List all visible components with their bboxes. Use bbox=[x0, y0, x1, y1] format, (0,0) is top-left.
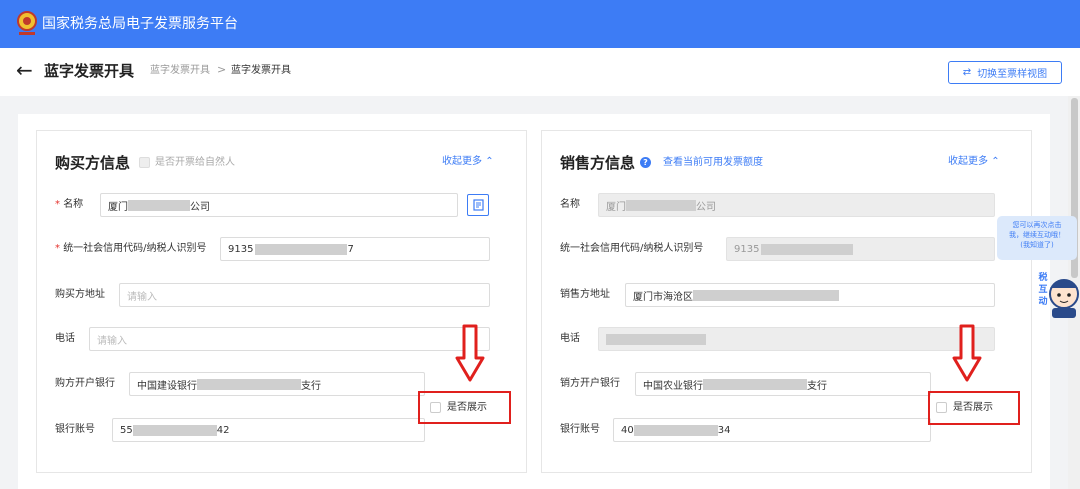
buyer-name-input[interactable]: 厦门 公司 bbox=[100, 193, 458, 217]
breadcrumb-separator: > bbox=[217, 63, 227, 76]
buyer-collapse-link[interactable]: 收起更多 ⌃ bbox=[442, 156, 494, 168]
question-icon[interactable]: ? bbox=[640, 157, 651, 168]
mascot-label: 税互动 bbox=[1038, 273, 1048, 307]
seller-tax-id-input[interactable]: 9135 bbox=[726, 237, 995, 261]
buyer-collapse-label: 收起更多 bbox=[442, 156, 482, 167]
natural-person-checkbox[interactable] bbox=[139, 157, 150, 168]
seller-account-input[interactable]: 40 34 bbox=[613, 418, 931, 442]
seller-phone-input[interactable] bbox=[598, 327, 995, 351]
buyer-title: 购买方信息 bbox=[55, 154, 131, 172]
seller-collapse-label: 收起更多 bbox=[948, 156, 988, 167]
buyer-bank-label: 购方开户银行 bbox=[55, 378, 115, 389]
buyer-account-label: 银行账号 bbox=[55, 424, 95, 435]
buyer-bank-input[interactable]: 中国建设银行 支行 bbox=[129, 372, 425, 396]
buyer-picker-button[interactable] bbox=[467, 194, 489, 216]
quota-link[interactable]: 查看当前可用发票额度 bbox=[663, 157, 763, 169]
buyer-name-label: * 名称 bbox=[55, 199, 84, 210]
seller-bank-label: 销方开户银行 bbox=[560, 378, 620, 389]
app-title: 国家税务总局电子发票服务平台 bbox=[42, 16, 238, 32]
chevron-up-icon: ⌃ bbox=[991, 156, 1000, 167]
buyer-address-input[interactable]: 请输入 bbox=[119, 283, 490, 307]
assistant-tip[interactable]: 您可以再次点击 我，继续互动哦！ (我知道了) bbox=[997, 216, 1077, 260]
tax-emblem-icon bbox=[17, 11, 37, 35]
seller-phone-label: 电话 bbox=[560, 333, 580, 344]
arrow-left-icon[interactable]: ← bbox=[16, 60, 33, 80]
seller-collapse-link[interactable]: 收起更多 ⌃ bbox=[948, 156, 1000, 168]
buyer-account-input[interactable]: 55 42 bbox=[112, 418, 425, 442]
seller-address-input[interactable]: 厦门市海沧区 bbox=[625, 283, 995, 307]
switch-view-button[interactable]: ⇄ 切换至票样视图 bbox=[948, 61, 1062, 84]
switch-view-label: 切换至票样视图 bbox=[977, 69, 1048, 80]
annotation-box bbox=[418, 391, 511, 424]
seller-account-label: 银行账号 bbox=[560, 424, 600, 435]
seller-name-input[interactable]: 厦门 公司 bbox=[598, 193, 995, 217]
assistant-mascot[interactable]: 税互动 bbox=[1032, 270, 1080, 320]
annotation-arrow-icon bbox=[455, 324, 485, 382]
buyer-tax-id-label: * 统一社会信用代码/纳税人识别号 bbox=[55, 243, 207, 254]
breadcrumb-item[interactable]: 蓝字发票开具 bbox=[150, 64, 210, 78]
seller-title: 销售方信息 bbox=[560, 154, 636, 172]
tip-line: 我，继续互动哦！ bbox=[1009, 231, 1065, 239]
buyer-address-label: 购买方地址 bbox=[55, 289, 105, 300]
seller-tax-id-label: 统一社会信用代码/纳税人识别号 bbox=[560, 243, 704, 254]
annotation-box bbox=[928, 391, 1020, 425]
swap-icon: ⇄ bbox=[962, 67, 972, 78]
document-icon bbox=[472, 199, 484, 211]
buyer-tax-id-input[interactable]: 9135 7 bbox=[220, 237, 490, 261]
seller-name-label: 名称 bbox=[560, 199, 580, 210]
buyer-phone-input[interactable]: 请输入 bbox=[89, 327, 490, 351]
breadcrumb-current: 蓝字发票开具 bbox=[231, 65, 291, 76]
seller-bank-input[interactable]: 中国农业银行 支行 bbox=[635, 372, 931, 396]
tip-dismiss[interactable]: (我知道了) bbox=[997, 240, 1077, 250]
tip-line: 您可以再次点击 bbox=[1012, 221, 1062, 229]
chevron-up-icon: ⌃ bbox=[485, 156, 494, 167]
annotation-arrow-icon bbox=[952, 324, 982, 382]
page-title: 蓝字发票开具 bbox=[44, 62, 135, 80]
buyer-phone-label: 电话 bbox=[55, 333, 75, 344]
seller-address-label: 销售方地址 bbox=[560, 289, 610, 300]
natural-person-label: 是否开票给自然人 bbox=[155, 157, 235, 168]
